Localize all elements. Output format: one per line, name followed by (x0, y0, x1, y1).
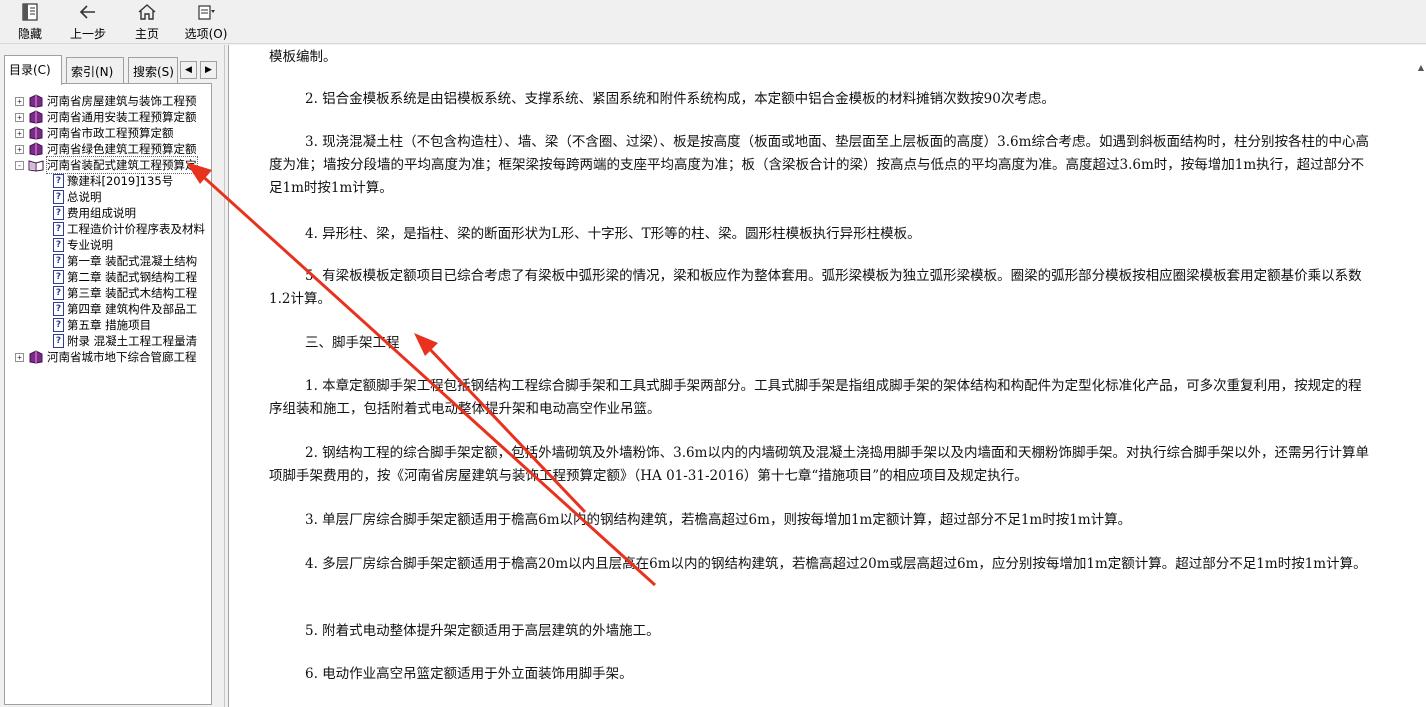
back-label: 上一步 (69, 27, 106, 41)
tree-child-item[interactable]: ? 专业说明 (53, 237, 113, 253)
tree-child-item[interactable]: ? 第二章 装配式钢结构工程 (53, 269, 197, 285)
help-page-icon: ? (53, 206, 64, 220)
open-book-icon (28, 160, 44, 172)
back-arrow-icon (79, 5, 95, 19)
paragraph: 6. 电动作业高空吊篮定额适用于外立面装饰用脚手架。 (305, 666, 633, 682)
closed-book-icon (29, 126, 43, 140)
toc-tree: + 河南省房屋建筑与装饰工程预 + 河南省通用安装工程预算定额 + 河南省市政工… (4, 83, 212, 705)
tree-item-book-expanded[interactable]: - 河南省装配式建筑工程预算定 (15, 156, 198, 174)
paragraph: 4. 多层厂房综合脚手架定额适用于檐高20m以内且层高在6m以内的钢结构建筑，若… (305, 556, 1367, 572)
tab-index[interactable]: 索引(N) (66, 57, 124, 83)
tree-item-label: 河南省房屋建筑与装饰工程预 (47, 94, 197, 108)
home-icon (138, 4, 156, 20)
tree-child-label: 豫建科[2019]135号 (67, 174, 174, 188)
tree-child-label: 第四章 建筑构件及部品工 (67, 302, 198, 316)
tree-child-label: 第三章 装配式木结构工程 (67, 286, 198, 300)
tree-child-item[interactable]: ? 总说明 (53, 189, 102, 205)
tree-child-item[interactable]: ? 工程造价计价程序表及材料 (53, 221, 205, 237)
hide-label: 隐藏 (17, 27, 42, 41)
tree-item-book[interactable]: + 河南省市政工程预算定额 (15, 125, 174, 141)
paragraph: 2. 铝合金模板系统是由铝模板系统、支撑系统、紧固系统和附件系统构成，本定额中铝… (305, 91, 1055, 107)
paragraph: 5. 有梁板模板定额项目已综合考虑了有梁板中弧形梁的情况，梁和板应作为整体套用。… (269, 268, 1362, 307)
options-label: 选项(O) (184, 27, 228, 41)
tree-child-label: 专业说明 (67, 238, 113, 252)
expand-icon[interactable]: + (15, 112, 24, 122)
help-page-icon: ? (53, 174, 64, 188)
help-page-icon: ? (53, 270, 64, 284)
tree-child-label: 第五章 措施项目 (67, 318, 152, 332)
paragraph: 1. 本章定额脚手架工程包括钢结构工程综合脚手架和工具式脚手架两部分。工具式脚手… (269, 378, 1362, 417)
paragraph: 4. 异形柱、梁，是指柱、梁的断面形状为L形、十字形、T形等的柱、梁。圆形柱模板… (305, 226, 921, 242)
tree-item-label: 河南省通用安装工程预算定额 (47, 110, 197, 124)
tree-item-label: 河南省装配式建筑工程预算定 (46, 156, 198, 174)
closed-book-icon (29, 350, 43, 364)
tree-child-item[interactable]: ? 第一章 装配式混凝土结构 (53, 253, 197, 269)
hide-pane-icon (22, 3, 38, 21)
options-button[interactable]: 选项(O) (182, 2, 230, 42)
closed-book-icon (29, 110, 43, 124)
help-page-icon: ? (53, 190, 64, 204)
tree-child-label: 第一章 装配式混凝土结构 (67, 254, 198, 268)
expand-icon[interactable]: + (15, 144, 24, 154)
tree-child-label: 费用组成说明 (67, 206, 136, 220)
content-pane: 模板编制。 2. 铝合金模板系统是由铝模板系统、支撑系统、紧固系统和附件系统构成… (228, 45, 1426, 707)
help-page-icon: ? (53, 222, 64, 236)
expand-icon[interactable]: + (15, 352, 24, 362)
vertical-scrollbar[interactable]: ▲ (1414, 45, 1426, 707)
expand-icon[interactable]: + (15, 128, 24, 138)
tab-scroll-right-icon[interactable]: ▶ (200, 61, 217, 79)
help-page-icon: ? (53, 302, 64, 316)
tab-contents[interactable]: 目录(C) (4, 55, 62, 85)
nav-tabs: 目录(C) 索引(N) 搜索(S) ◀ ▶ (4, 55, 222, 85)
scroll-up-icon[interactable]: ▲ (1418, 63, 1424, 72)
help-page-icon: ? (53, 286, 64, 300)
tree-child-item[interactable]: ? 附录 混凝土工程工程量清 (53, 333, 197, 349)
tree-item-book[interactable]: + 河南省房屋建筑与装饰工程预 (15, 93, 197, 109)
tree-item-book[interactable]: + 河南省绿色建筑工程预算定额 (15, 141, 197, 157)
tree-child-item[interactable]: ? 费用组成说明 (53, 205, 136, 221)
tree-child-label: 第二章 装配式钢结构工程 (67, 270, 198, 284)
back-button[interactable]: 上一步 (66, 2, 110, 42)
tree-child-item[interactable]: ? 第四章 建筑构件及部品工 (53, 301, 197, 317)
tab-search[interactable]: 搜索(S) (128, 57, 178, 83)
tree-item-book[interactable]: + 河南省通用安装工程预算定额 (15, 109, 197, 125)
help-page-icon: ? (53, 334, 64, 348)
section-heading: 三、脚手架工程 (305, 335, 400, 351)
closed-book-icon (29, 94, 43, 108)
tree-child-item[interactable]: ? 第五章 措施项目 (53, 317, 151, 333)
paragraph: 模板编制。 (269, 49, 337, 65)
tree-child-item[interactable]: ? 第三章 装配式木结构工程 (53, 285, 197, 301)
tree-item-label: 河南省绿色建筑工程预算定额 (47, 142, 197, 156)
tree-item-label: 河南省城市地下综合管廊工程 (47, 350, 197, 364)
options-icon (198, 5, 215, 20)
home-button[interactable]: 主页 (130, 2, 164, 42)
expand-icon[interactable]: + (15, 96, 24, 106)
home-label: 主页 (134, 27, 159, 41)
help-page-icon: ? (53, 318, 64, 332)
tree-item-book[interactable]: + 河南省城市地下综合管廊工程 (15, 349, 197, 365)
help-page-icon: ? (53, 238, 64, 252)
toolbar: 隐藏 上一步 主页 选项(O) (0, 0, 1426, 44)
tree-item-label: 河南省市政工程预算定额 (47, 126, 174, 140)
paragraph: 3. 单层厂房综合脚手架定额适用于檐高6m以内的钢结构建筑，若檐高超过6m，则按… (305, 512, 1132, 528)
paragraph: 2. 钢结构工程的综合脚手架定额，包括外墙砌筑及外墙粉饰、3.6m以内的内墙砌筑… (269, 445, 1369, 484)
navigation-pane: 目录(C) 索引(N) 搜索(S) ◀ ▶ + 河南省房屋建筑与装饰工程预 + … (0, 45, 224, 707)
tree-child-label: 工程造价计价程序表及材料 (67, 222, 205, 236)
closed-book-icon (29, 142, 43, 156)
tree-child-item[interactable]: ? 豫建科[2019]135号 (53, 173, 173, 189)
paragraph: 3. 现浇混凝土柱（不包含构造柱）、墙、梁（不含圈、过梁）、板是按高度（板面或地… (269, 134, 1369, 196)
collapse-icon[interactable]: - (15, 160, 24, 170)
help-page-icon: ? (53, 254, 64, 268)
tree-child-label: 总说明 (67, 190, 102, 204)
hide-button[interactable]: 隐藏 (14, 2, 46, 42)
tab-scroll-left-icon[interactable]: ◀ (180, 61, 197, 79)
tree-child-label: 附录 混凝土工程工程量清 (67, 334, 198, 348)
paragraph: 5. 附着式电动整体提升架定额适用于高层建筑的外墙施工。 (305, 623, 660, 639)
